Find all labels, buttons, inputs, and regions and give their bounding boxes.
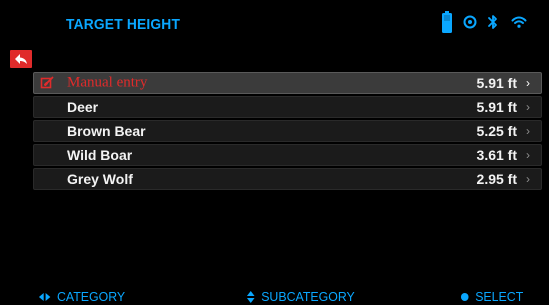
category-hint: CATEGORY: [38, 289, 125, 304]
list-item-label: Wild Boar: [67, 147, 133, 163]
list-item-value: 3.61 ft: [476, 147, 517, 163]
list-item-label: Grey Wolf: [67, 171, 133, 187]
select-hint-label: SELECT: [475, 289, 524, 304]
chevron-right-icon: ›: [526, 172, 530, 186]
chevron-right-icon: ›: [526, 76, 530, 90]
list-item-value: 5.91 ft: [476, 75, 517, 91]
chevron-right-icon: ›: [526, 124, 530, 138]
left-right-arrows-icon: [38, 292, 51, 302]
bluetooth-icon: [487, 14, 501, 30]
page-title: TARGET HEIGHT: [66, 16, 181, 33]
category-hint-label: CATEGORY: [57, 289, 126, 304]
wifi-icon: [511, 15, 527, 29]
list-item-value: 2.95 ft: [476, 171, 517, 187]
select-hint: SELECT: [460, 289, 523, 304]
list-item-deer[interactable]: Deer 5.91 ft ›: [33, 96, 542, 118]
list-item-brown-bear[interactable]: Brown Bear 5.25 ft ›: [33, 120, 542, 142]
back-arrow-icon: [14, 53, 28, 65]
battery-icon: [441, 11, 453, 33]
select-dot-icon: [460, 292, 470, 302]
back-button[interactable]: [10, 50, 32, 68]
list-item-label: Brown Bear: [67, 123, 146, 139]
record-icon: [463, 15, 477, 29]
up-down-arrows-icon: [246, 290, 256, 304]
list-item-value: 5.91 ft: [476, 99, 517, 115]
bottom-hints: CATEGORY SUBCATEGORY SELECT: [0, 285, 549, 305]
chevron-right-icon: ›: [526, 148, 530, 162]
list-item-wild-boar[interactable]: Wild Boar 3.61 ft ›: [33, 144, 542, 166]
list-item-grey-wolf[interactable]: Grey Wolf 2.95 ft ›: [33, 168, 542, 190]
list-item-value: 5.25 ft: [476, 123, 517, 139]
list-item-manual-entry[interactable]: Manual entry 5.91 ft ›: [33, 72, 542, 94]
edit-icon: [40, 76, 54, 90]
target-height-screen: TARGET HEIGHT Manual entry 5.91 ft › Dee…: [0, 0, 549, 305]
status-icons: [441, 10, 527, 34]
target-list: Manual entry 5.91 ft › Deer 5.91 ft › Br…: [33, 72, 542, 192]
subcategory-hint: SUBCATEGORY: [246, 289, 355, 304]
list-item-label: Deer: [67, 99, 99, 115]
list-item-label: Manual entry: [67, 74, 148, 91]
chevron-right-icon: ›: [526, 100, 530, 114]
subcategory-hint-label: SUBCATEGORY: [261, 289, 355, 304]
